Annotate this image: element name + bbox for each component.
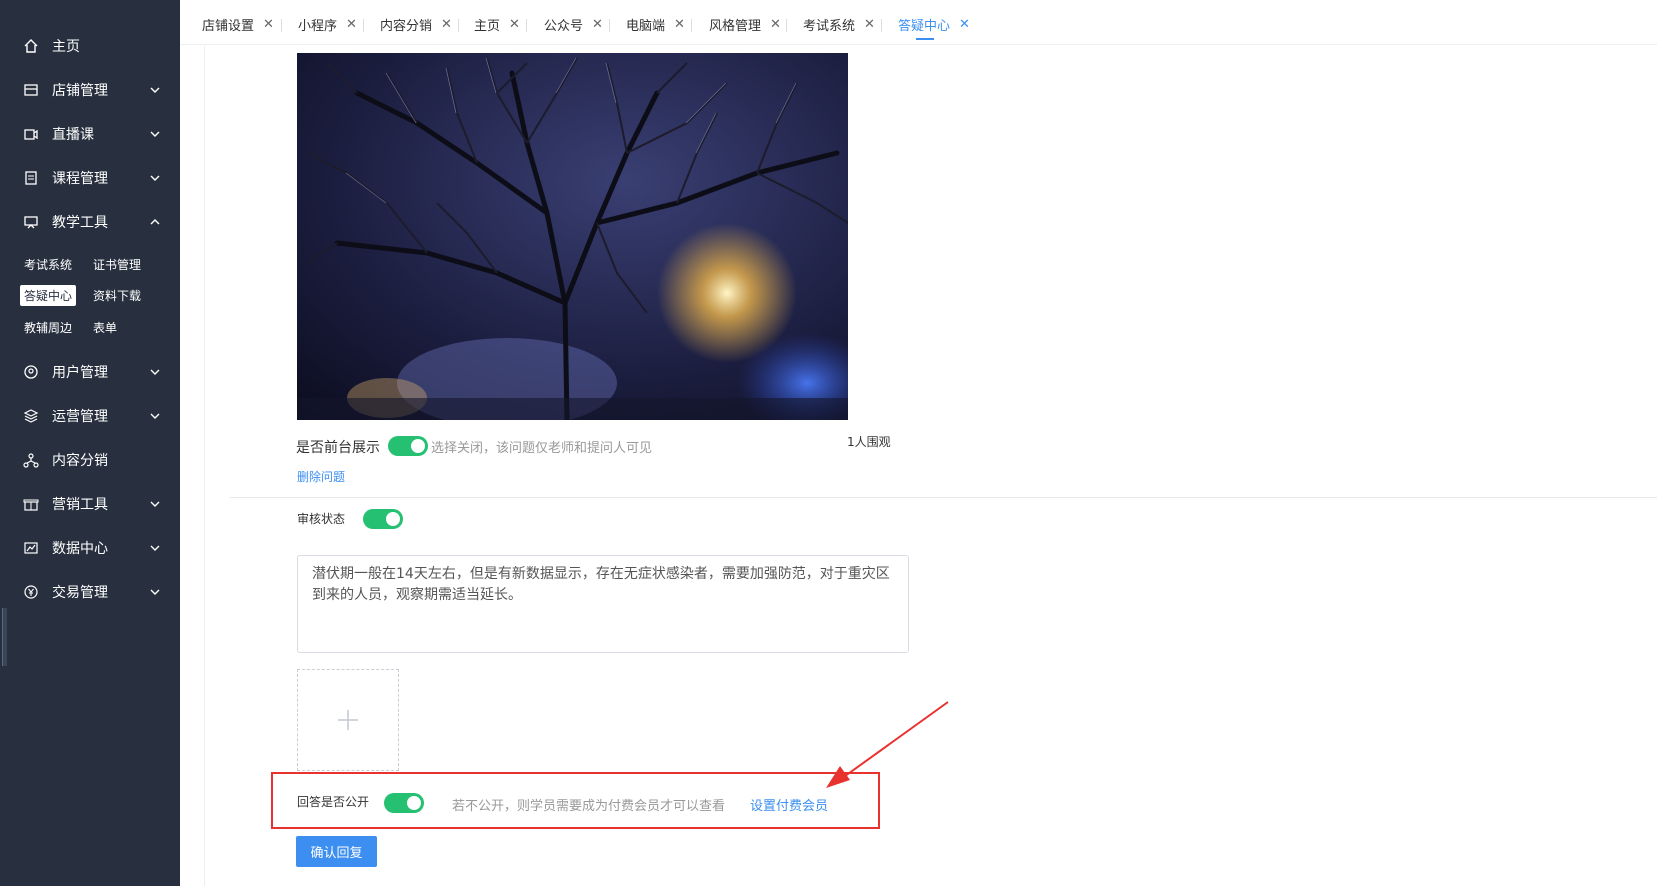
sidebar-item-label: 主页: [52, 39, 80, 55]
sidebar-item-operations[interactable]: 运营管理: [0, 396, 180, 436]
divider: [230, 497, 1657, 498]
close-icon[interactable]: ✕: [592, 17, 603, 32]
chevron-down-icon: [149, 542, 161, 554]
tab-store-settings[interactable]: 店铺设置 ✕: [202, 14, 274, 34]
user-icon: [22, 363, 40, 381]
chevron-down-icon: [149, 366, 161, 378]
tab-label: 内容分销: [380, 18, 433, 34]
sidebar-item-store[interactable]: 店铺管理: [0, 70, 180, 110]
close-icon[interactable]: ✕: [346, 17, 357, 32]
sidebar-item-marketing[interactable]: 营销工具: [0, 484, 180, 524]
sidebar-item-home[interactable]: 主页: [0, 26, 180, 66]
sidebar-item-live[interactable]: 直播课: [0, 114, 180, 154]
tab-qa-center[interactable]: 答疑中心 ✕: [898, 14, 970, 40]
chevron-down-icon: [149, 498, 161, 510]
store-icon: [22, 81, 40, 99]
submenu-teaching-aids[interactable]: 教辅周边: [20, 317, 76, 338]
answer-textarea[interactable]: 潜伏期一般在14天左右，但是有新数据显示，存在无症状感染者，需要加强防范，对于重…: [297, 555, 909, 653]
answer-public-toggle[interactable]: [384, 793, 424, 813]
watchers-count: 1人围观: [847, 435, 891, 449]
sidebar-item-users[interactable]: 用户管理: [0, 352, 180, 392]
tab-mini-program[interactable]: 小程序 ✕: [298, 14, 357, 34]
tab-label: 风格管理: [709, 18, 762, 34]
submenu-exam-system[interactable]: 考试系统: [20, 254, 76, 275]
yen-icon: [22, 583, 40, 601]
sidebar-item-label: 内容分销: [52, 453, 108, 469]
show-front-label: 是否前台展示: [296, 440, 380, 456]
sidebar-item-label: 教学工具: [52, 215, 108, 231]
course-icon: [22, 169, 40, 187]
tab-label: 主页: [474, 18, 501, 34]
sidebar-item-label: 用户管理: [52, 365, 108, 381]
answer-public-label: 回答是否公开: [297, 795, 370, 809]
chevron-down-icon: [149, 586, 161, 598]
live-icon: [22, 125, 40, 143]
review-status-label: 审核状态: [297, 512, 346, 526]
chart-icon: [22, 539, 40, 557]
sidebar-item-teaching-tools[interactable]: 教学工具: [0, 202, 180, 242]
tab-label: 答疑中心: [898, 18, 951, 34]
tab-content-distribution[interactable]: 内容分销 ✕: [380, 14, 452, 34]
set-paid-member-link[interactable]: 设置付费会员: [750, 795, 828, 814]
teaching-icon: [22, 213, 40, 231]
close-icon[interactable]: ✕: [263, 17, 274, 32]
plus-icon: [338, 710, 358, 730]
layers-icon: [22, 407, 40, 425]
sidebar-item-transactions[interactable]: 交易管理: [0, 572, 180, 612]
tab-label: 公众号: [544, 18, 584, 34]
tab-home[interactable]: 主页 ✕: [474, 14, 520, 34]
sidebar-item-label: 课程管理: [52, 171, 108, 187]
chevron-down-icon: [149, 172, 161, 184]
sidebar-item-label: 数据中心: [52, 541, 108, 557]
tab-exam-system[interactable]: 考试系统 ✕: [803, 14, 875, 34]
close-icon[interactable]: ✕: [864, 17, 875, 32]
question-image: [297, 53, 848, 420]
sidebar-item-label: 交易管理: [52, 585, 108, 601]
tab-label: 小程序: [298, 18, 338, 34]
gift-icon: [22, 495, 40, 513]
chevron-up-icon: [149, 216, 161, 228]
sidebar-item-course[interactable]: 课程管理: [0, 158, 180, 198]
distribution-icon: [22, 451, 40, 469]
tab-label: 店铺设置: [202, 18, 255, 34]
sidebar-item-label: 直播课: [52, 127, 94, 143]
image-upload[interactable]: [297, 669, 399, 771]
sidebar-item-data-center[interactable]: 数据中心: [0, 528, 180, 568]
tab-label: 电脑端: [626, 18, 666, 34]
chevron-down-icon: [149, 410, 161, 422]
tab-official-account[interactable]: 公众号 ✕: [544, 14, 603, 34]
tab-style-management[interactable]: 风格管理 ✕: [709, 14, 781, 34]
submenu-downloads[interactable]: 资料下载: [89, 285, 145, 306]
close-icon[interactable]: ✕: [770, 17, 781, 32]
sidebar-item-label: 运营管理: [52, 409, 108, 425]
red-arrow-annotation: [826, 701, 949, 788]
close-icon[interactable]: ✕: [441, 17, 452, 32]
sidebar-item-label: 店铺管理: [52, 83, 108, 99]
sidebar-item-distribution[interactable]: 内容分销: [0, 440, 180, 480]
close-icon[interactable]: ✕: [509, 17, 520, 32]
show-front-hint: 选择关闭，该问题仅老师和提问人可见: [431, 441, 653, 456]
tab-label: 考试系统: [803, 18, 856, 34]
sidebar: 主页 店铺管理 直播课 课程管理 教学工具 考试系统 证书管理 答疑中心 资料下…: [0, 0, 180, 886]
submenu-forms[interactable]: 表单: [89, 317, 121, 338]
submenu-certificate[interactable]: 证书管理: [89, 254, 145, 275]
tab-bar: 店铺设置 ✕ 小程序 ✕ 内容分销 ✕ 主页 ✕ 公众号 ✕ 电脑端 ✕ 风格管理 ✕ 考试系…: [180, 0, 1657, 45]
answer-public-hint: 若不公开，则学员需要成为付费会员才可以查看: [452, 799, 726, 814]
submenu-qa-center[interactable]: 答疑中心: [20, 285, 77, 306]
close-icon[interactable]: ✕: [674, 17, 685, 32]
chevron-down-icon: [149, 84, 161, 96]
review-status-toggle[interactable]: [363, 509, 403, 529]
sidebar-item-label: 营销工具: [52, 497, 108, 513]
close-icon[interactable]: ✕: [959, 17, 970, 32]
show-front-toggle[interactable]: [388, 436, 428, 456]
chevron-down-icon: [149, 128, 161, 140]
tab-desktop[interactable]: 电脑端 ✕: [626, 14, 685, 34]
home-icon: [22, 37, 40, 55]
confirm-reply-button[interactable]: 确认回复: [296, 836, 377, 867]
delete-question-link[interactable]: 删除问题: [297, 468, 345, 485]
sidebar-scrollbar[interactable]: [2, 608, 7, 666]
